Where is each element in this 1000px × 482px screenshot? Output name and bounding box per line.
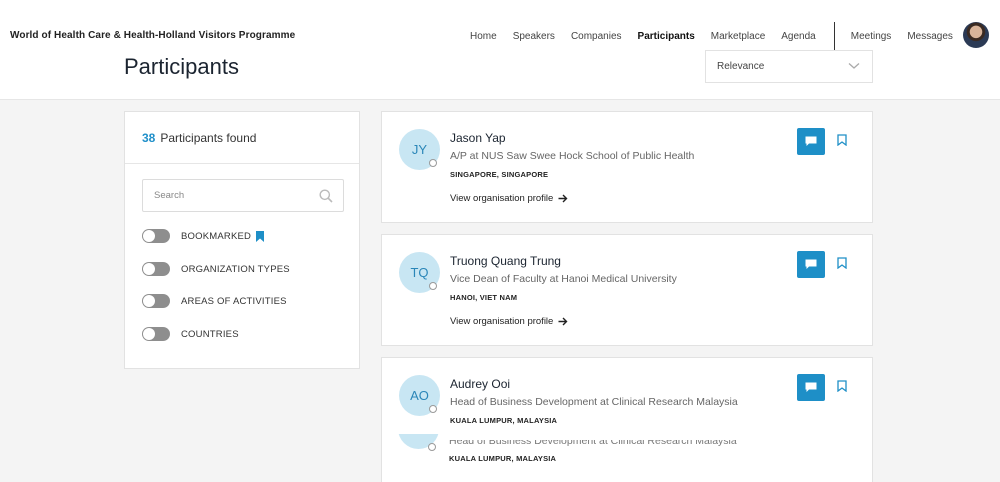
chat-icon (805, 136, 817, 146)
arrow-right-icon (558, 317, 568, 326)
filter-countries: COUNTRIES (142, 327, 239, 341)
chat-icon (805, 259, 817, 269)
participant-name[interactable]: Jason Yap (450, 131, 506, 145)
arrow-right-icon (558, 194, 568, 203)
sort-select[interactable]: Relevance (705, 50, 873, 83)
results-count-label: Participants found (160, 130, 257, 145)
toggle-areas-of-activities[interactable] (142, 294, 170, 308)
participant-card: TQ Truong Quang Trung Vice Dean of Facul… (381, 234, 873, 346)
participant-location: KUALA LUMPUR, MALAYSIA (449, 454, 557, 463)
status-dot (429, 282, 437, 290)
view-organisation-profile-link[interactable]: View organisation profile (450, 316, 568, 327)
participant-role: Head of Business Development at Clinical… (450, 396, 738, 408)
filter-panel: 38 Participants found BOOKMARKED ORGANIZ… (124, 111, 360, 369)
nav-companies[interactable]: Companies (571, 31, 622, 42)
participant-card-overflow: Head of Business Development at Clinical… (381, 434, 873, 482)
toggle-bookmarked[interactable] (142, 229, 170, 243)
participant-role: Head of Business Development at Clinical… (449, 435, 737, 447)
results-count: 38 Participants found (125, 112, 359, 164)
participant-location: SINGAPORE, SINGAPORE (450, 170, 549, 179)
site-title[interactable]: World of Health Care & Health-Holland Vi… (10, 30, 295, 41)
bookmark-icon[interactable] (837, 380, 847, 392)
status-dot (428, 443, 436, 451)
page-title: Participants (124, 54, 239, 79)
status-dot (429, 159, 437, 167)
filter-areas-of-activities: AREAS OF ACTIVITIES (142, 294, 287, 308)
participant-name[interactable]: Truong Quang Trung (450, 254, 561, 268)
participant-name[interactable]: Audrey Ooi (450, 377, 510, 391)
status-dot (429, 405, 437, 413)
nav-participants[interactable]: Participants (638, 31, 695, 42)
link-label: View organisation profile (450, 316, 554, 327)
nav-messages[interactable]: Messages (907, 31, 953, 42)
nav-home[interactable]: Home (470, 31, 497, 42)
search-icon[interactable] (319, 189, 333, 203)
view-organisation-profile-link[interactable]: View organisation profile (450, 193, 568, 204)
nav-agenda[interactable]: Agenda (781, 31, 815, 42)
user-avatar[interactable] (963, 22, 989, 48)
main-nav: Home Speakers Companies Participants Mar… (470, 22, 953, 50)
toggle-label: COUNTRIES (181, 328, 239, 340)
search-input[interactable] (143, 180, 343, 211)
chevron-down-icon (848, 63, 860, 69)
sort-select-value: Relevance (717, 61, 765, 72)
bookmark-icon (256, 230, 265, 242)
toggle-organization-types[interactable] (142, 262, 170, 276)
participant-location: HANOI, VIET NAM (450, 293, 518, 302)
search-box (142, 179, 344, 212)
nav-meetings[interactable]: Meetings (851, 31, 892, 42)
nav-divider (833, 22, 835, 50)
toggle-label: ORGANIZATION TYPES (181, 263, 290, 275)
bookmark-icon[interactable] (837, 134, 847, 146)
top-bar: World of Health Care & Health-Holland Vi… (0, 0, 1000, 100)
filter-bookmarked: BOOKMARKED (142, 229, 265, 243)
chat-icon (805, 382, 817, 392)
link-label: View organisation profile (450, 193, 554, 204)
message-button[interactable] (797, 374, 825, 401)
participant-card: JY Jason Yap A/P at NUS Saw Swee Hock Sc… (381, 111, 873, 223)
toggle-label: BOOKMARKED (181, 230, 252, 242)
message-button[interactable] (797, 251, 825, 278)
filter-organization-types: ORGANIZATION TYPES (142, 262, 290, 276)
results-count-number: 38 (142, 130, 156, 145)
nav-marketplace[interactable]: Marketplace (711, 31, 765, 42)
participant-location: KUALA LUMPUR, MALAYSIA (450, 416, 558, 425)
toggle-label: AREAS OF ACTIVITIES (181, 295, 287, 307)
bookmark-icon[interactable] (837, 257, 847, 269)
message-button[interactable] (797, 128, 825, 155)
participant-role: Vice Dean of Faculty at Hanoi Medical Un… (450, 273, 677, 285)
toggle-countries[interactable] (142, 327, 170, 341)
nav-speakers[interactable]: Speakers (513, 31, 555, 42)
participant-role: A/P at NUS Saw Swee Hock School of Publi… (450, 150, 695, 162)
